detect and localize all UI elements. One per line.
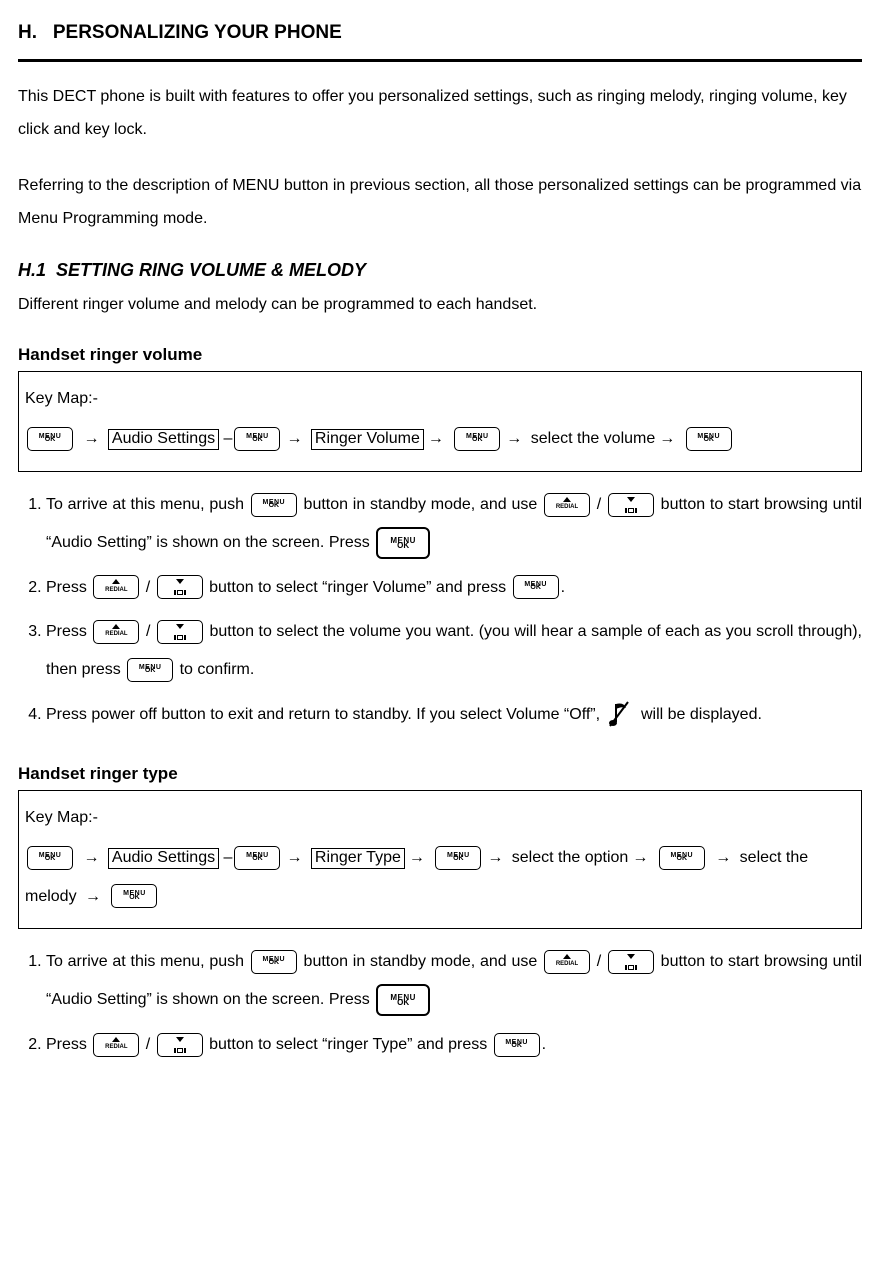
menu-ok-button-icon [435, 846, 481, 870]
arrow-icon: → [428, 430, 444, 447]
menu-ok-button-icon [686, 427, 732, 451]
mute-note-icon [608, 699, 634, 729]
list-item: Press power off button to exit and retur… [46, 696, 862, 734]
intro-paragraph-1: This DECT phone is built with features t… [18, 80, 862, 147]
menu-ok-button-icon [494, 1033, 540, 1057]
menu-ok-button-icon [454, 427, 500, 451]
step-text: will be displayed. [637, 706, 762, 723]
arrow-icon: → [632, 849, 648, 866]
arrow-icon: → [286, 849, 302, 866]
list-item: Press / button to select “ringer Volume”… [46, 569, 862, 607]
menu-ok-button-icon [513, 575, 559, 599]
menu-ok-button-icon [376, 527, 430, 559]
step-text: to confirm. [175, 661, 254, 678]
keymap-flow-volume: → Audio Settings –→ Ringer Volume→ → sel… [25, 420, 855, 458]
subsection-title-text: SETTING RING VOLUME & MELODY [56, 260, 366, 280]
slash: / [141, 579, 154, 596]
arrow-icon: → [409, 849, 425, 866]
arrow-icon: → [715, 849, 731, 866]
down-button-icon [608, 493, 654, 517]
keymap-box-type: Key Map:- → Audio Settings – → Ringer Typ… [18, 790, 862, 929]
menu-ok-button-icon [127, 658, 173, 682]
ringer-volume-box: Ringer Volume [311, 429, 424, 450]
audio-settings-box: Audio Settings [108, 848, 219, 869]
ringer-type-heading: Handset ringer type [18, 762, 862, 786]
step-text: button to select “ringer Volume” and pre… [205, 579, 511, 596]
step-text: button in standby mode, and use [299, 953, 542, 970]
ringer-type-box: Ringer Type [311, 848, 405, 869]
section-title-text: PERSONALIZING YOUR PHONE [53, 22, 342, 43]
step-text: Press [46, 623, 91, 640]
menu-ok-button-icon [234, 427, 280, 451]
ringer-volume-heading: Handset ringer volume [18, 343, 862, 367]
keymap-label: Key Map:- [25, 799, 855, 837]
step-text: Press power off button to exit and retur… [46, 706, 605, 723]
keymap-flow-type: → Audio Settings –→ Ringer Type→ → selec… [25, 839, 855, 916]
step-text: To arrive at this menu, push [46, 496, 249, 513]
subsection-number: H.1 [18, 260, 46, 280]
step-text: Press [46, 579, 91, 596]
list-item: To arrive at this menu, push button in s… [46, 486, 862, 563]
arrow-icon: → [83, 849, 99, 866]
step-text: To arrive at this menu, push [46, 953, 249, 970]
up-redial-button-icon [93, 620, 139, 644]
down-button-icon [157, 575, 203, 599]
slash: / [592, 496, 606, 513]
menu-ok-button-icon [27, 427, 73, 451]
keymap-label: Key Map:- [25, 380, 855, 418]
audio-settings-box: Audio Settings [108, 429, 219, 450]
arrow-icon: → [487, 849, 503, 866]
arrow-icon: → [659, 430, 675, 447]
menu-ok-button-icon [27, 846, 73, 870]
intro-paragraph-2: Referring to the description of MENU but… [18, 169, 862, 236]
step-text: button in standby mode, and use [299, 496, 542, 513]
select-volume-text: select the volume [531, 430, 656, 447]
arrow-icon: → [286, 430, 302, 447]
list-item: Press / button to select “ringer Type” a… [46, 1026, 862, 1064]
menu-ok-button-icon [659, 846, 705, 870]
type-steps-list: To arrive at this menu, push button in s… [18, 943, 862, 1064]
section-divider [18, 59, 862, 62]
down-button-icon [157, 620, 203, 644]
menu-ok-button-icon [251, 493, 297, 517]
up-redial-button-icon [544, 950, 590, 974]
slash: / [141, 623, 155, 640]
subsection-heading: H.1 SETTING RING VOLUME & MELODY [18, 258, 862, 283]
section-heading: H. PERSONALIZING YOUR PHONE [18, 20, 862, 47]
period: . [542, 1036, 546, 1053]
step-text: button to select “ringer Type” and press [205, 1036, 492, 1053]
subsection-description: Different ringer volume and melody can b… [18, 289, 862, 321]
list-item: Press / button to select the volume you … [46, 613, 862, 690]
period: . [561, 579, 565, 596]
list-item: To arrive at this menu, push button in s… [46, 943, 862, 1020]
section-letter: H. [18, 22, 37, 43]
up-redial-button-icon [93, 575, 139, 599]
up-redial-button-icon [93, 1033, 139, 1057]
menu-ok-button-icon [111, 884, 157, 908]
slash: / [592, 953, 606, 970]
dash: – [219, 430, 232, 447]
arrow-icon: → [506, 430, 522, 447]
dash: – [219, 849, 232, 866]
slash: / [141, 1036, 154, 1053]
step-text: Press [46, 1036, 91, 1053]
menu-ok-button-icon [234, 846, 280, 870]
arrow-icon: → [85, 888, 101, 905]
up-redial-button-icon [544, 493, 590, 517]
select-option-text: select the option [512, 849, 629, 866]
arrow-icon: → [83, 430, 99, 447]
menu-ok-button-icon [251, 950, 297, 974]
keymap-box-volume: Key Map:- → Audio Settings – → Ringer Vol… [18, 371, 862, 472]
volume-steps-list: To arrive at this menu, push button in s… [18, 486, 862, 734]
down-button-icon [608, 950, 654, 974]
down-button-icon [157, 1033, 203, 1057]
menu-ok-button-icon [376, 984, 430, 1016]
